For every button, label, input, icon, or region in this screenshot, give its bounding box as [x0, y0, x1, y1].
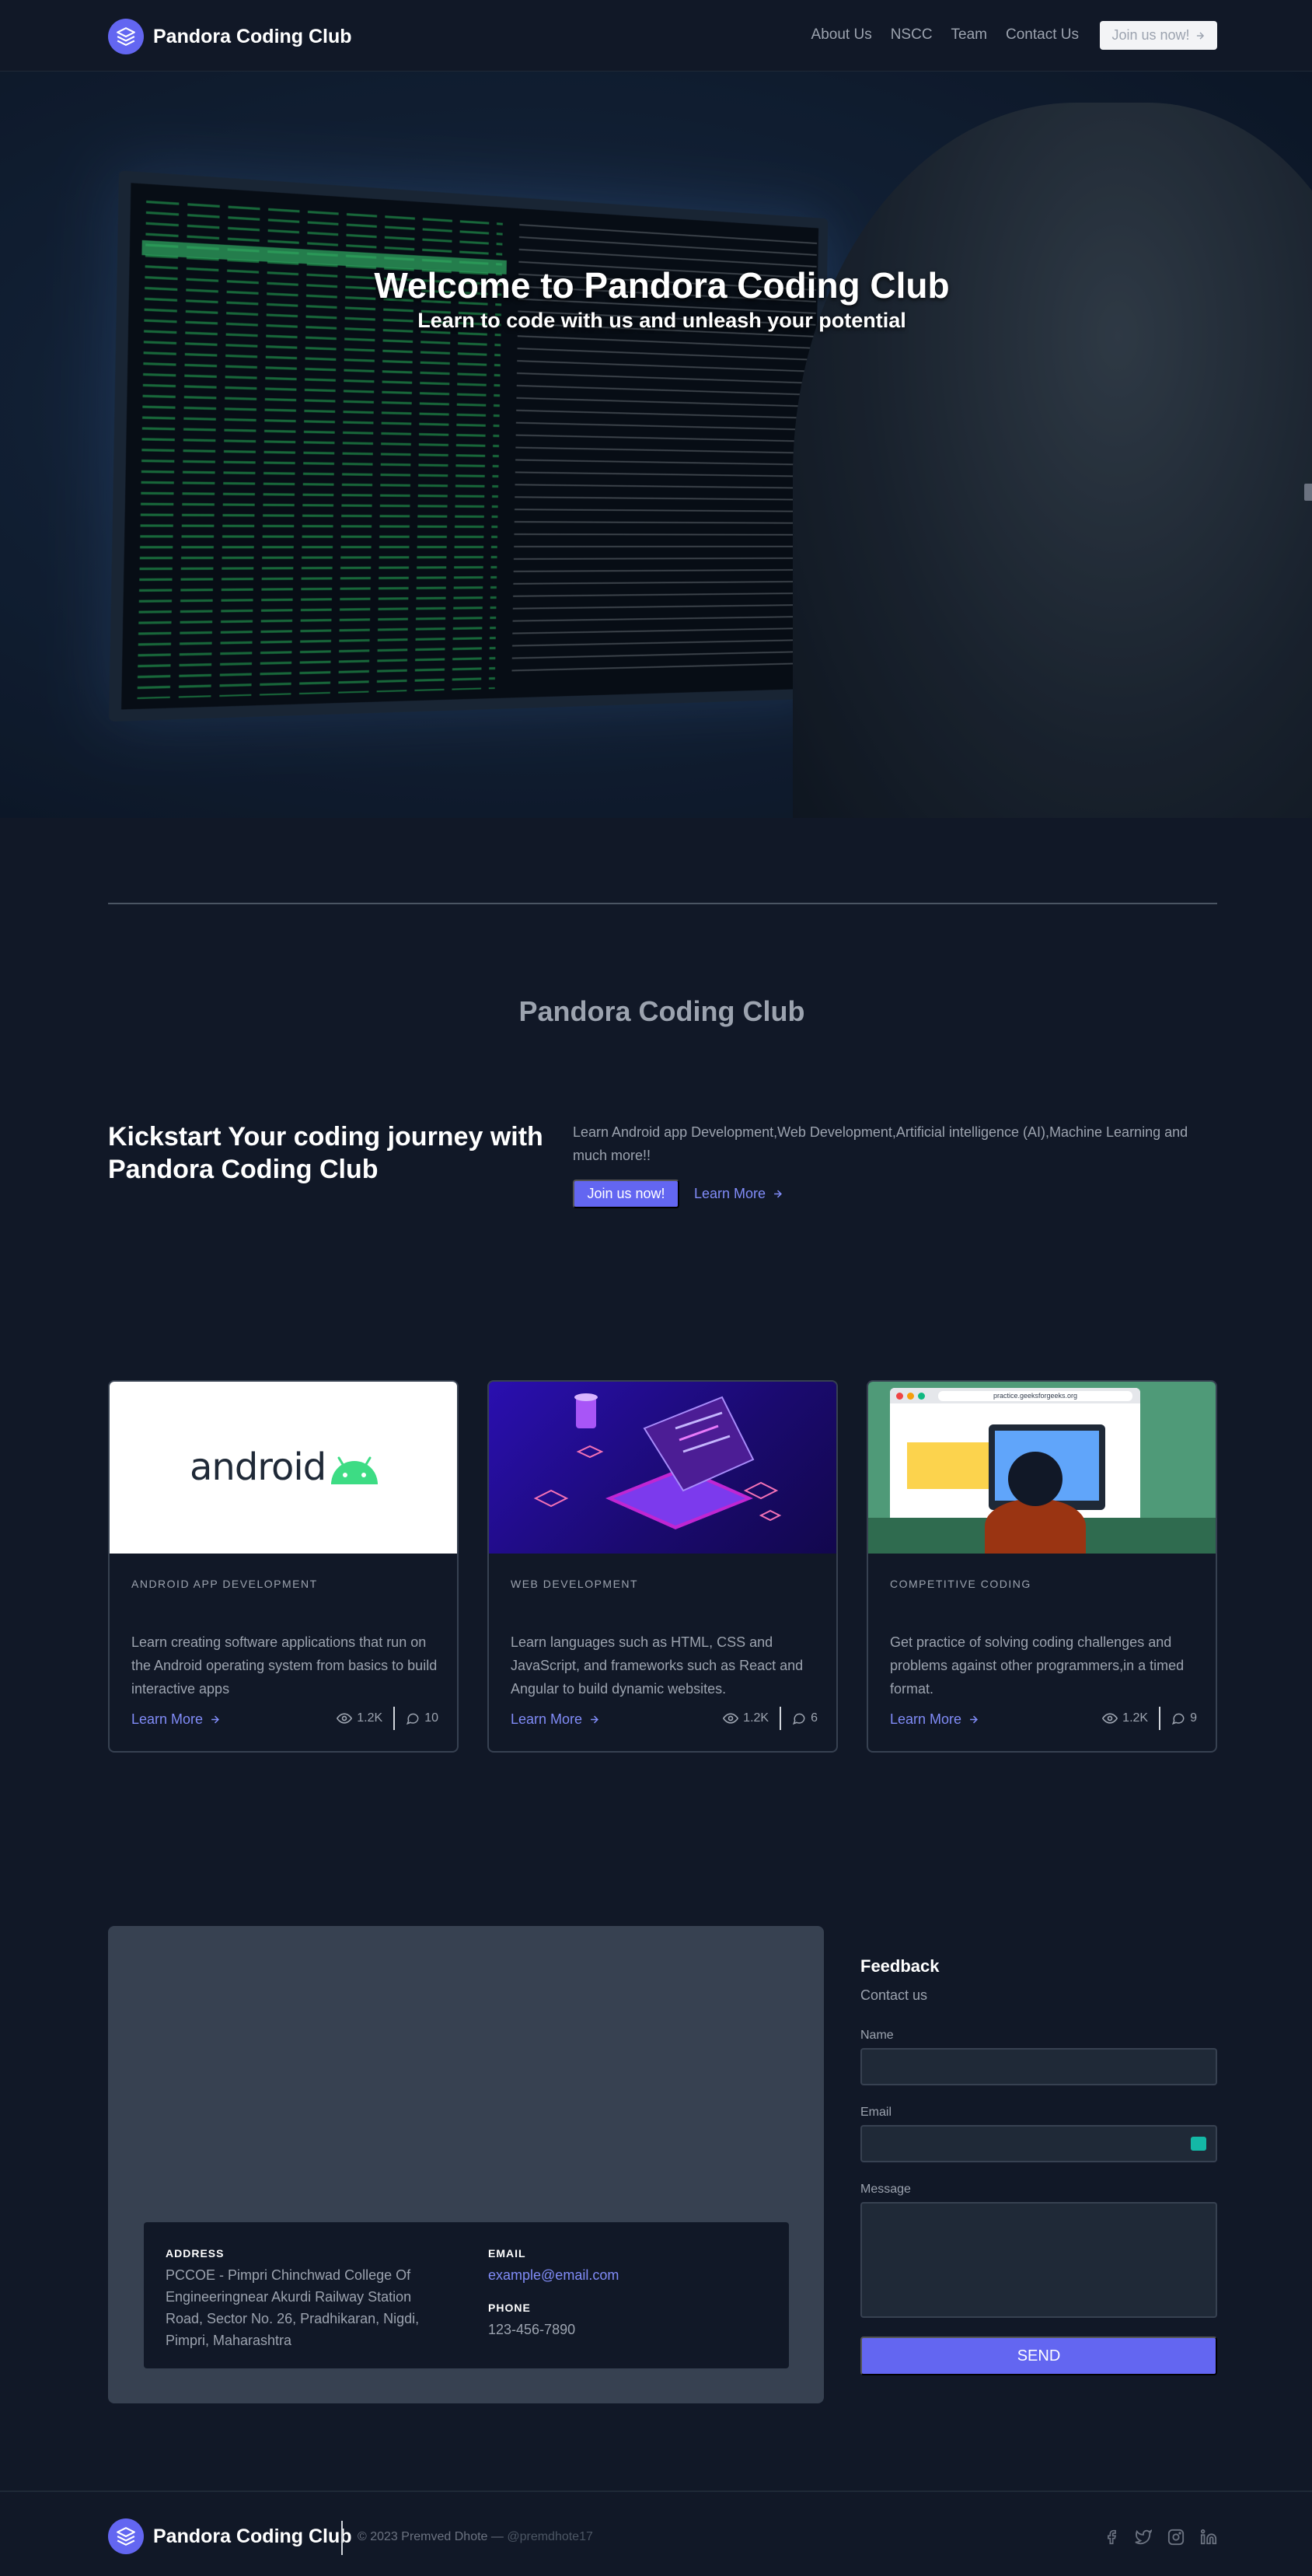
- card-learn-more-link[interactable]: Learn More: [131, 1711, 221, 1728]
- address-label: ADDRESS: [166, 2247, 225, 2260]
- android-robot-icon: [331, 1456, 378, 1484]
- section-heading: Pandora Coding Club: [518, 995, 805, 1027]
- phone-value: 123-456-7890: [488, 2322, 576, 2337]
- card-learn-more-link[interactable]: Learn More: [890, 1711, 979, 1728]
- learn-more-label: Learn More: [511, 1711, 583, 1727]
- views-count: 1.2K: [1102, 1711, 1148, 1726]
- map-area[interactable]: ADDRESS PCCOE - Pimpri Chinchwad College…: [108, 1926, 824, 2403]
- message-field[interactable]: [860, 2202, 1217, 2318]
- card-category: WEB DEVELOPMENT: [511, 1578, 639, 1590]
- footer-brand[interactable]: Pandora Coding Club: [108, 2518, 352, 2554]
- android-logo-image: android: [110, 1382, 457, 1554]
- footer-brand-name: Pandora Coding Club: [153, 2525, 352, 2547]
- arrow-right-icon: [970, 1715, 979, 1724]
- arrow-right-icon: [591, 1715, 599, 1724]
- card-description: Get practice of solving coding challenge…: [890, 1634, 1185, 1697]
- email-label: EMAIL: [488, 2247, 526, 2260]
- learn-more-label: Learn More: [694, 1186, 766, 1201]
- card-stats: 1.2K 10: [337, 1707, 438, 1730]
- eye-icon: [337, 1713, 353, 1724]
- email-field[interactable]: [860, 2125, 1217, 2162]
- eye-icon: [1102, 1713, 1118, 1724]
- name-field[interactable]: [860, 2048, 1217, 2085]
- email-label: Email: [860, 2106, 892, 2119]
- arrow-right-icon: [211, 1715, 220, 1724]
- learn-more-link[interactable]: Learn More: [694, 1186, 783, 1202]
- hero-title: Welcome to Pandora Coding Club: [374, 265, 950, 306]
- site-footer: Pandora Coding Club © 2023 Premved Dhote…: [0, 2490, 1312, 2576]
- eye-icon: [723, 1713, 739, 1724]
- laptop-icon: [533, 1393, 782, 1529]
- linkedin-icon[interactable]: [1200, 2529, 1217, 2546]
- android-logo-text: android: [190, 1445, 326, 1489]
- nav-nscc[interactable]: NSCC: [891, 26, 933, 44]
- card-description: Learn languages such as HTML, CSS and Ja…: [511, 1634, 804, 1697]
- laptop-illustration: [489, 1382, 836, 1554]
- instagram-icon[interactable]: [1167, 2529, 1185, 2546]
- author-handle-link[interactable]: @premdhote17: [507, 2530, 593, 2543]
- card-category: COMPETITIVE CODING: [890, 1578, 1031, 1590]
- twitter-icon[interactable]: [1135, 2529, 1152, 2546]
- feedback-title: Feedback: [860, 1956, 940, 1976]
- layers-icon: [108, 19, 144, 54]
- arrow-right-icon: [774, 1190, 783, 1198]
- card-category: ANDROID APP DEVELOPMENT: [131, 1578, 318, 1590]
- join-button-header[interactable]: Join us now!: [1100, 21, 1217, 50]
- learn-more-label: Learn More: [131, 1711, 204, 1727]
- feedback-subtitle: Contact us: [860, 1987, 928, 2003]
- contact-info-box: ADDRESS PCCOE - Pimpri Chinchwad College…: [144, 2222, 789, 2368]
- card-learn-more-link[interactable]: Learn More: [511, 1711, 600, 1728]
- card-stats: 1.2K 9: [1102, 1707, 1197, 1730]
- message-label: Message: [860, 2183, 911, 2196]
- social-links: [1104, 2529, 1217, 2546]
- phone-label: PHONE: [488, 2302, 531, 2314]
- course-card-android[interactable]: android ANDROID APP DEVELOPMENT Learn cr…: [108, 1380, 459, 1753]
- facebook-icon[interactable]: [1104, 2529, 1119, 2546]
- nav-contact-us[interactable]: Contact Us: [1006, 26, 1079, 44]
- layers-icon: [108, 2518, 144, 2554]
- scroll-handle[interactable]: [1304, 484, 1312, 501]
- learn-more-label: Learn More: [890, 1711, 962, 1727]
- brand[interactable]: Pandora Coding Club: [108, 19, 352, 54]
- comments-count: 9: [1171, 1711, 1197, 1725]
- main-nav: About Us NSCC Team Contact Us: [811, 26, 1079, 44]
- views-count: 1.2K: [337, 1711, 382, 1726]
- comment-icon: [793, 1713, 805, 1725]
- hero-section: Welcome to Pandora Coding Club Learn to …: [0, 72, 1312, 818]
- comment-icon: [1172, 1713, 1185, 1725]
- site-header: Pandora Coding Club About Us NSCC Team C…: [0, 0, 1312, 72]
- comments-count: 6: [792, 1711, 818, 1725]
- course-card-web[interactable]: WEB DEVELOPMENT Learn languages such as …: [487, 1380, 838, 1753]
- nav-about-us[interactable]: About Us: [811, 26, 872, 44]
- comment-icon: [407, 1713, 419, 1725]
- views-count: 1.2K: [723, 1711, 769, 1726]
- section-divider: [108, 903, 1217, 904]
- intro-description: Learn Android app Development,Web Develo…: [573, 1124, 1188, 1163]
- comments-count: 10: [406, 1711, 438, 1725]
- card-stats: 1.2K 6: [723, 1707, 818, 1730]
- arrow-right-icon: [1196, 31, 1204, 40]
- join-button[interactable]: Join us now!: [573, 1180, 679, 1208]
- send-button[interactable]: SEND: [860, 2337, 1217, 2375]
- intro-title: Kickstart Your coding journey with Pando…: [108, 1122, 543, 1184]
- hero-subtitle: Learn to code with us and unleash your p…: [417, 309, 906, 332]
- card-description: Learn creating software applications tha…: [131, 1634, 438, 1697]
- brand-name: Pandora Coding Club: [153, 25, 352, 47]
- course-card-competitive[interactable]: practice.geeksforgeeks.org COMPETITIVE C…: [867, 1380, 1217, 1753]
- autofill-icon[interactable]: [1191, 2137, 1206, 2151]
- browser-url: practice.geeksforgeeks.org: [938, 1391, 1132, 1401]
- address-value: PCCOE - Pimpri Chinchwad College Of Engi…: [166, 2267, 420, 2348]
- copyright: © 2023 Premved Dhote — @premdhote17: [358, 2530, 593, 2543]
- email-link[interactable]: example@email.com: [488, 2264, 619, 2286]
- nav-team[interactable]: Team: [951, 26, 987, 44]
- join-button-label: Join us now!: [1111, 27, 1190, 43]
- name-label: Name: [860, 2029, 894, 2042]
- coder-illustration: practice.geeksforgeeks.org: [868, 1382, 1216, 1554]
